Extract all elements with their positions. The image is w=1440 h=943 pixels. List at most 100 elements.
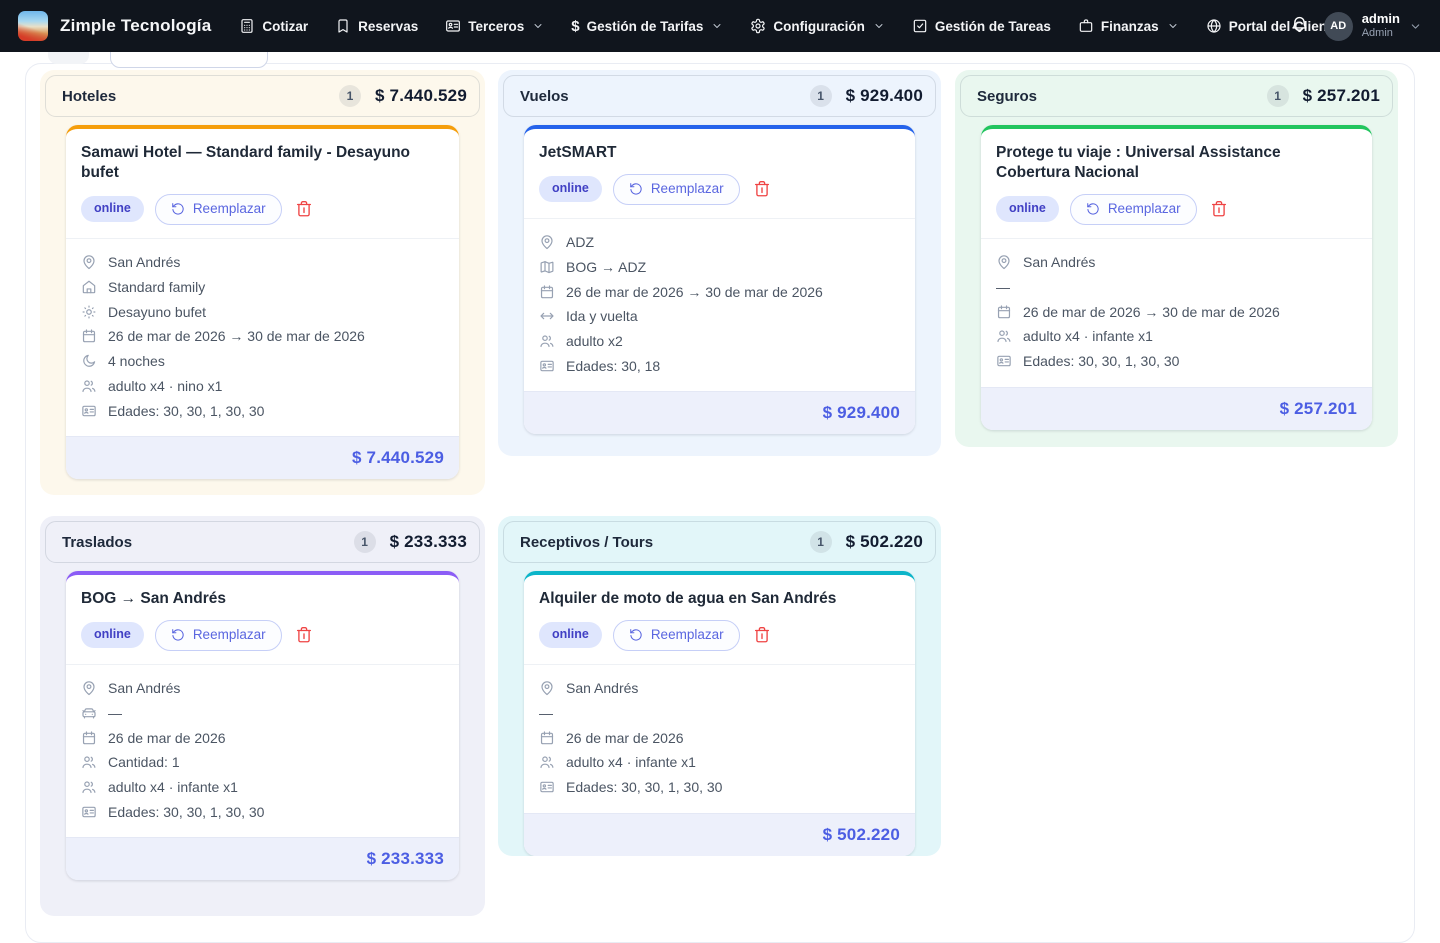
detail-text: adulto x4 · infante x1 xyxy=(108,779,238,795)
detail-row: 26 de mar de 2026 xyxy=(539,725,900,750)
rotate-ccw-icon xyxy=(629,182,643,196)
nav-item-label: Gestión de Tarifas xyxy=(587,19,704,34)
item-card: Samawi Hotel — Standard family - Desayun… xyxy=(66,125,459,479)
nav-item-finanzas[interactable]: Finanzas xyxy=(1078,18,1179,34)
detail-text: — xyxy=(539,705,553,721)
delete-button[interactable] xyxy=(751,178,773,200)
section-receptivos: Receptivos / Tours 1 $ 502.220 Alquiler … xyxy=(498,516,941,856)
nav-item-configuracion[interactable]: Configuración xyxy=(750,18,885,34)
delete-button[interactable] xyxy=(1208,198,1230,220)
nav-item-cotizar[interactable]: Cotizar xyxy=(239,18,308,34)
section-seguros: Seguros 1 $ 257.201 Protege tu viaje : U… xyxy=(955,70,1398,447)
detail-row: Edades: 30, 30, 1, 30, 30 xyxy=(539,775,900,800)
replace-button-label: Reemplazar xyxy=(651,181,724,198)
nav-menu: Cotizar Reservas Terceros $ Gestión de T… xyxy=(239,18,1271,34)
section-header: Traslados 1 $ 233.333 xyxy=(45,521,480,563)
detail-text: Edades: 30, 30, 1, 30, 30 xyxy=(566,779,722,795)
chevron-down-icon xyxy=(1167,20,1179,32)
nav-item-label: Terceros xyxy=(468,19,524,34)
detail-row: Edades: 30, 30, 1, 30, 30 xyxy=(996,349,1357,374)
brand[interactable]: Zimple Tecnología xyxy=(18,11,211,41)
detail-row: BOG → ADZ xyxy=(539,255,900,280)
detail-row: ADZ xyxy=(539,230,900,255)
section-count-badge: 1 xyxy=(810,85,832,107)
nav-item-gestion-de-tarifas[interactable]: $ Gestión de Tarifas xyxy=(571,19,723,34)
chevron-down-icon xyxy=(711,20,723,32)
detail-row: adulto x4 · infante x1 xyxy=(81,775,444,800)
nav-item-terceros[interactable]: Terceros xyxy=(445,18,544,34)
item-price: $ 502.220 xyxy=(823,825,900,844)
detail-text: — xyxy=(108,705,122,721)
replace-button[interactable]: Reemplazar xyxy=(155,620,282,651)
detail-row: Edades: 30, 18 xyxy=(539,354,900,379)
replace-button[interactable]: Reemplazar xyxy=(1070,194,1197,225)
detail-row: adulto x4 · infante x1 xyxy=(539,750,900,775)
section-title: Hoteles xyxy=(62,88,339,105)
detail-text: Desayuno bufet xyxy=(108,304,206,320)
status-badge: online xyxy=(81,196,144,222)
delete-button[interactable] xyxy=(293,624,315,646)
detail-text: 26 de mar de 2026 xyxy=(108,730,226,746)
id-card-icon xyxy=(81,804,97,820)
detail-text: adulto x4 · infante x1 xyxy=(1023,328,1153,344)
item-card: BOG → San Andrés online Reemplazar xyxy=(66,571,459,880)
delete-button[interactable] xyxy=(751,624,773,646)
item-card: JetSMART online Reemplazar xyxy=(524,125,915,434)
detail-row: — xyxy=(81,701,444,726)
replace-button-label: Reemplazar xyxy=(193,627,266,644)
contact-card-icon xyxy=(445,18,461,34)
detail-text: San Andrés xyxy=(1023,254,1095,270)
section-total: $ 233.333 xyxy=(390,532,467,552)
card-footer: $ 233.333 xyxy=(66,837,459,880)
detail-text: BOG → ADZ xyxy=(566,259,646,275)
id-card-icon xyxy=(539,779,555,795)
trash-icon xyxy=(753,180,771,198)
detail-text: Standard family xyxy=(108,279,205,295)
detail-text: adulto x4 · infante x1 xyxy=(566,754,696,770)
replace-button[interactable]: Reemplazar xyxy=(613,620,740,651)
status-badge: online xyxy=(539,176,602,202)
detail-text: San Andrés xyxy=(108,680,180,696)
detail-row: 4 noches xyxy=(81,349,444,374)
nav-item-label: Gestión de Tareas xyxy=(935,19,1051,34)
id-card-icon xyxy=(996,353,1012,369)
nav-item-label: Finanzas xyxy=(1101,19,1159,34)
section-vuelos: Vuelos 1 $ 929.400 JetSMART online Reemp… xyxy=(498,70,941,456)
briefcase-icon xyxy=(1078,18,1094,34)
map-pin-icon xyxy=(81,254,97,270)
card-footer: $ 257.201 xyxy=(981,387,1372,430)
detail-text: Edades: 30, 18 xyxy=(566,358,660,374)
rotate-ccw-icon xyxy=(171,628,185,642)
section-title: Seguros xyxy=(977,88,1267,105)
bookmark-icon xyxy=(335,18,351,34)
replace-button[interactable]: Reemplazar xyxy=(155,194,282,225)
item-card: Alquiler de moto de agua en San Andrés o… xyxy=(524,571,915,856)
detail-text: Cantidad: 1 xyxy=(108,754,180,770)
section-total: $ 502.220 xyxy=(846,532,923,552)
detail-row: Standard family xyxy=(81,274,444,299)
nav-item-reservas[interactable]: Reservas xyxy=(335,18,418,34)
section-total: $ 257.201 xyxy=(1303,86,1380,106)
item-title: Alquiler de moto de agua en San Andrés xyxy=(539,589,900,609)
nav-item-gestion-de-tareas[interactable]: Gestión de Tareas xyxy=(912,18,1051,34)
section-hoteles: Hoteles 1 $ 7.440.529 Samawi Hotel — Sta… xyxy=(40,70,485,495)
item-title: Protege tu viaje : Universal Assistance … xyxy=(996,143,1357,183)
item-price: $ 7.440.529 xyxy=(352,448,444,467)
car-icon xyxy=(81,705,97,721)
brand-logo-image xyxy=(18,11,48,41)
home-icon xyxy=(81,279,97,295)
notifications-button[interactable] xyxy=(1290,15,1309,37)
moon-icon xyxy=(81,353,97,369)
section-count-badge: 1 xyxy=(354,531,376,553)
user-menu[interactable]: AD admin Admin xyxy=(1324,12,1422,41)
replace-button[interactable]: Reemplazar xyxy=(613,174,740,205)
delete-button[interactable] xyxy=(293,198,315,220)
calendar-icon xyxy=(81,328,97,344)
avatar: AD xyxy=(1324,12,1353,41)
card-footer: $ 502.220 xyxy=(524,813,915,856)
section-header: Vuelos 1 $ 929.400 xyxy=(503,75,936,117)
users-icon xyxy=(81,378,97,394)
user-role: Admin xyxy=(1362,27,1400,40)
user-name: admin xyxy=(1362,12,1400,27)
map-pin-icon xyxy=(539,234,555,250)
